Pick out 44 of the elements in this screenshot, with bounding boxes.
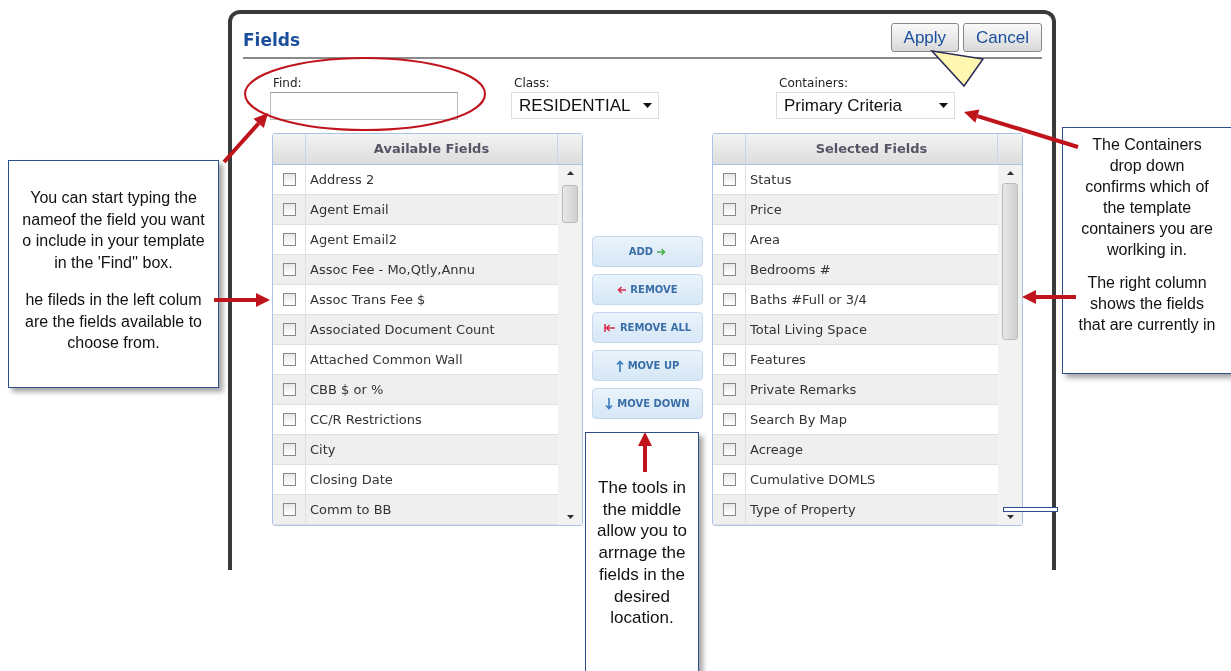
table-cell-text: Type of Property xyxy=(749,501,857,519)
table-cell-text: Attached Common Wall xyxy=(309,351,464,369)
table-cell-text: Address 2 xyxy=(309,171,376,189)
table-cell-text: Status xyxy=(749,171,793,189)
callout-text: The tools in the middle allow you to arrnage the fields in the desired location. xyxy=(596,477,688,629)
tool-button[interactable]: MOVE DOWN xyxy=(592,388,703,419)
tool-button[interactable]: ADD xyxy=(592,236,703,267)
tool-button[interactable]: MOVE UP xyxy=(592,350,703,381)
table-cell-text: Acreage xyxy=(749,441,805,459)
table-cell-text: Assoc Fee - Mo,Qtly,Annu xyxy=(309,261,477,279)
containers-dropdown[interactable]: Primary Criteria xyxy=(776,92,955,119)
column-header: Selected Fields xyxy=(746,134,998,164)
table-cell-text: Agent Email xyxy=(309,201,390,219)
callout-text: You can start typing the nameof the field you want o include in your template in the 'Find'' box. xyxy=(21,188,206,273)
callout-text: he fileds in the left colum are the fields available to choose from. xyxy=(24,290,203,353)
table-cell-text: Total Living Space xyxy=(749,321,868,339)
tool-button[interactable]: REMOVE xyxy=(592,274,703,305)
field-label: Class: xyxy=(514,76,551,92)
callout-text: The right column shows the fields that are currently in xyxy=(1077,273,1217,335)
table-cell-text: Closing Date xyxy=(309,471,394,489)
table-cell-text: Area xyxy=(749,231,781,249)
dialog-button[interactable]: Apply xyxy=(890,23,960,52)
class-dropdown[interactable]: RESIDENTIAL xyxy=(511,92,659,119)
field-label: Find: xyxy=(273,76,303,92)
table-cell-text: Features xyxy=(749,351,807,369)
column-header: Available Fields xyxy=(306,134,558,164)
dialog-title: Fields xyxy=(243,30,301,52)
table-cell-text: Associated Document Count xyxy=(309,321,496,339)
dialog-button[interactable]: Cancel xyxy=(963,23,1042,52)
table-cell-text: Assoc Trans Fee $ xyxy=(309,291,427,309)
table-cell-text: CBB $ or % xyxy=(309,381,385,399)
table-cell-text: CC/R Restrictions xyxy=(309,411,423,429)
table-cell-text: Bedrooms # xyxy=(749,261,832,279)
field-label: Containers: xyxy=(779,76,849,92)
tool-button[interactable]: REMOVE ALL xyxy=(592,312,703,343)
table-cell-text: City xyxy=(309,441,337,459)
table-cell-text: Agent Email2 xyxy=(309,231,398,249)
callout-text: The Containers drop down confirms which of the template containers you are worlking in. xyxy=(1080,135,1214,260)
table-cell-text: Cumulative DOMLS xyxy=(749,471,877,489)
table-cell-text: Search By Map xyxy=(749,411,848,429)
table-cell-text: Baths #Full or 3/4 xyxy=(749,291,868,309)
table-cell-text: Private Remarks xyxy=(749,381,858,399)
table-cell-text: Price xyxy=(749,201,783,219)
table-cell-text: Comm to BB xyxy=(309,501,393,519)
